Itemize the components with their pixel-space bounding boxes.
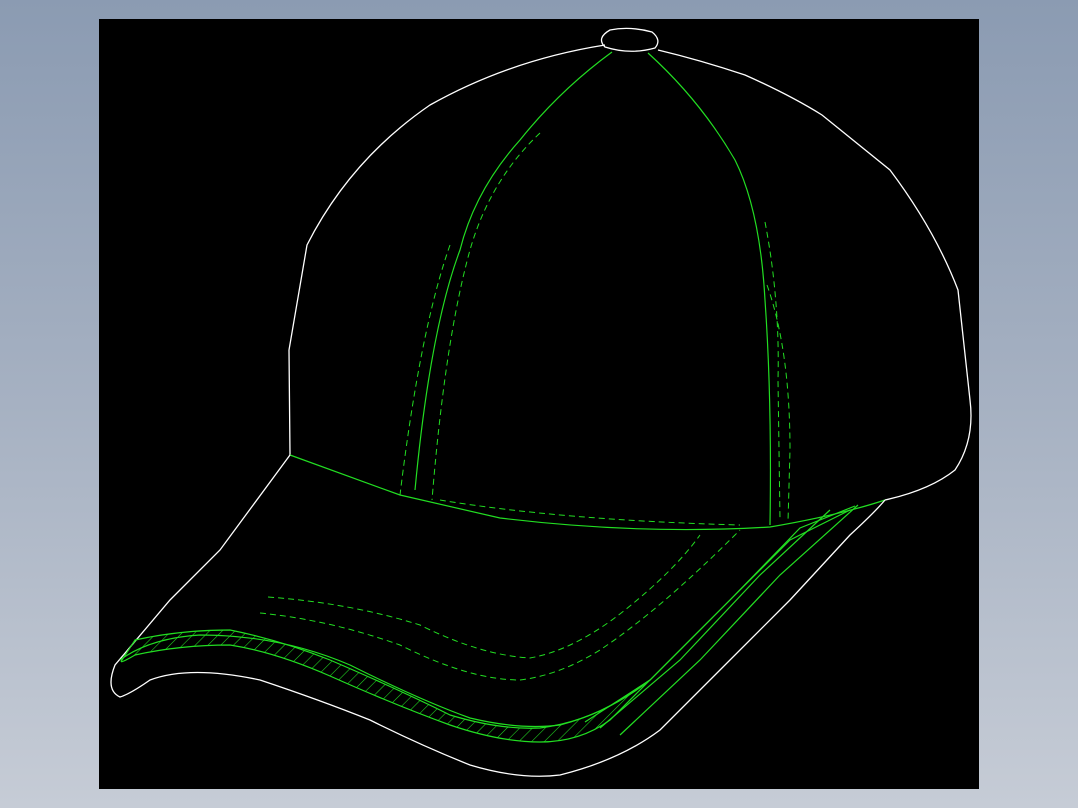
drawing-canvas[interactable] — [99, 19, 979, 789]
crown-outline — [288, 44, 972, 501]
top-button — [600, 27, 659, 52]
panel-seams — [289, 51, 886, 531]
visor-hatch-band — [120, 629, 651, 743]
stitching — [259, 132, 791, 681]
cap-drawing — [110, 27, 972, 777]
visor-edge-lines — [119, 504, 859, 736]
